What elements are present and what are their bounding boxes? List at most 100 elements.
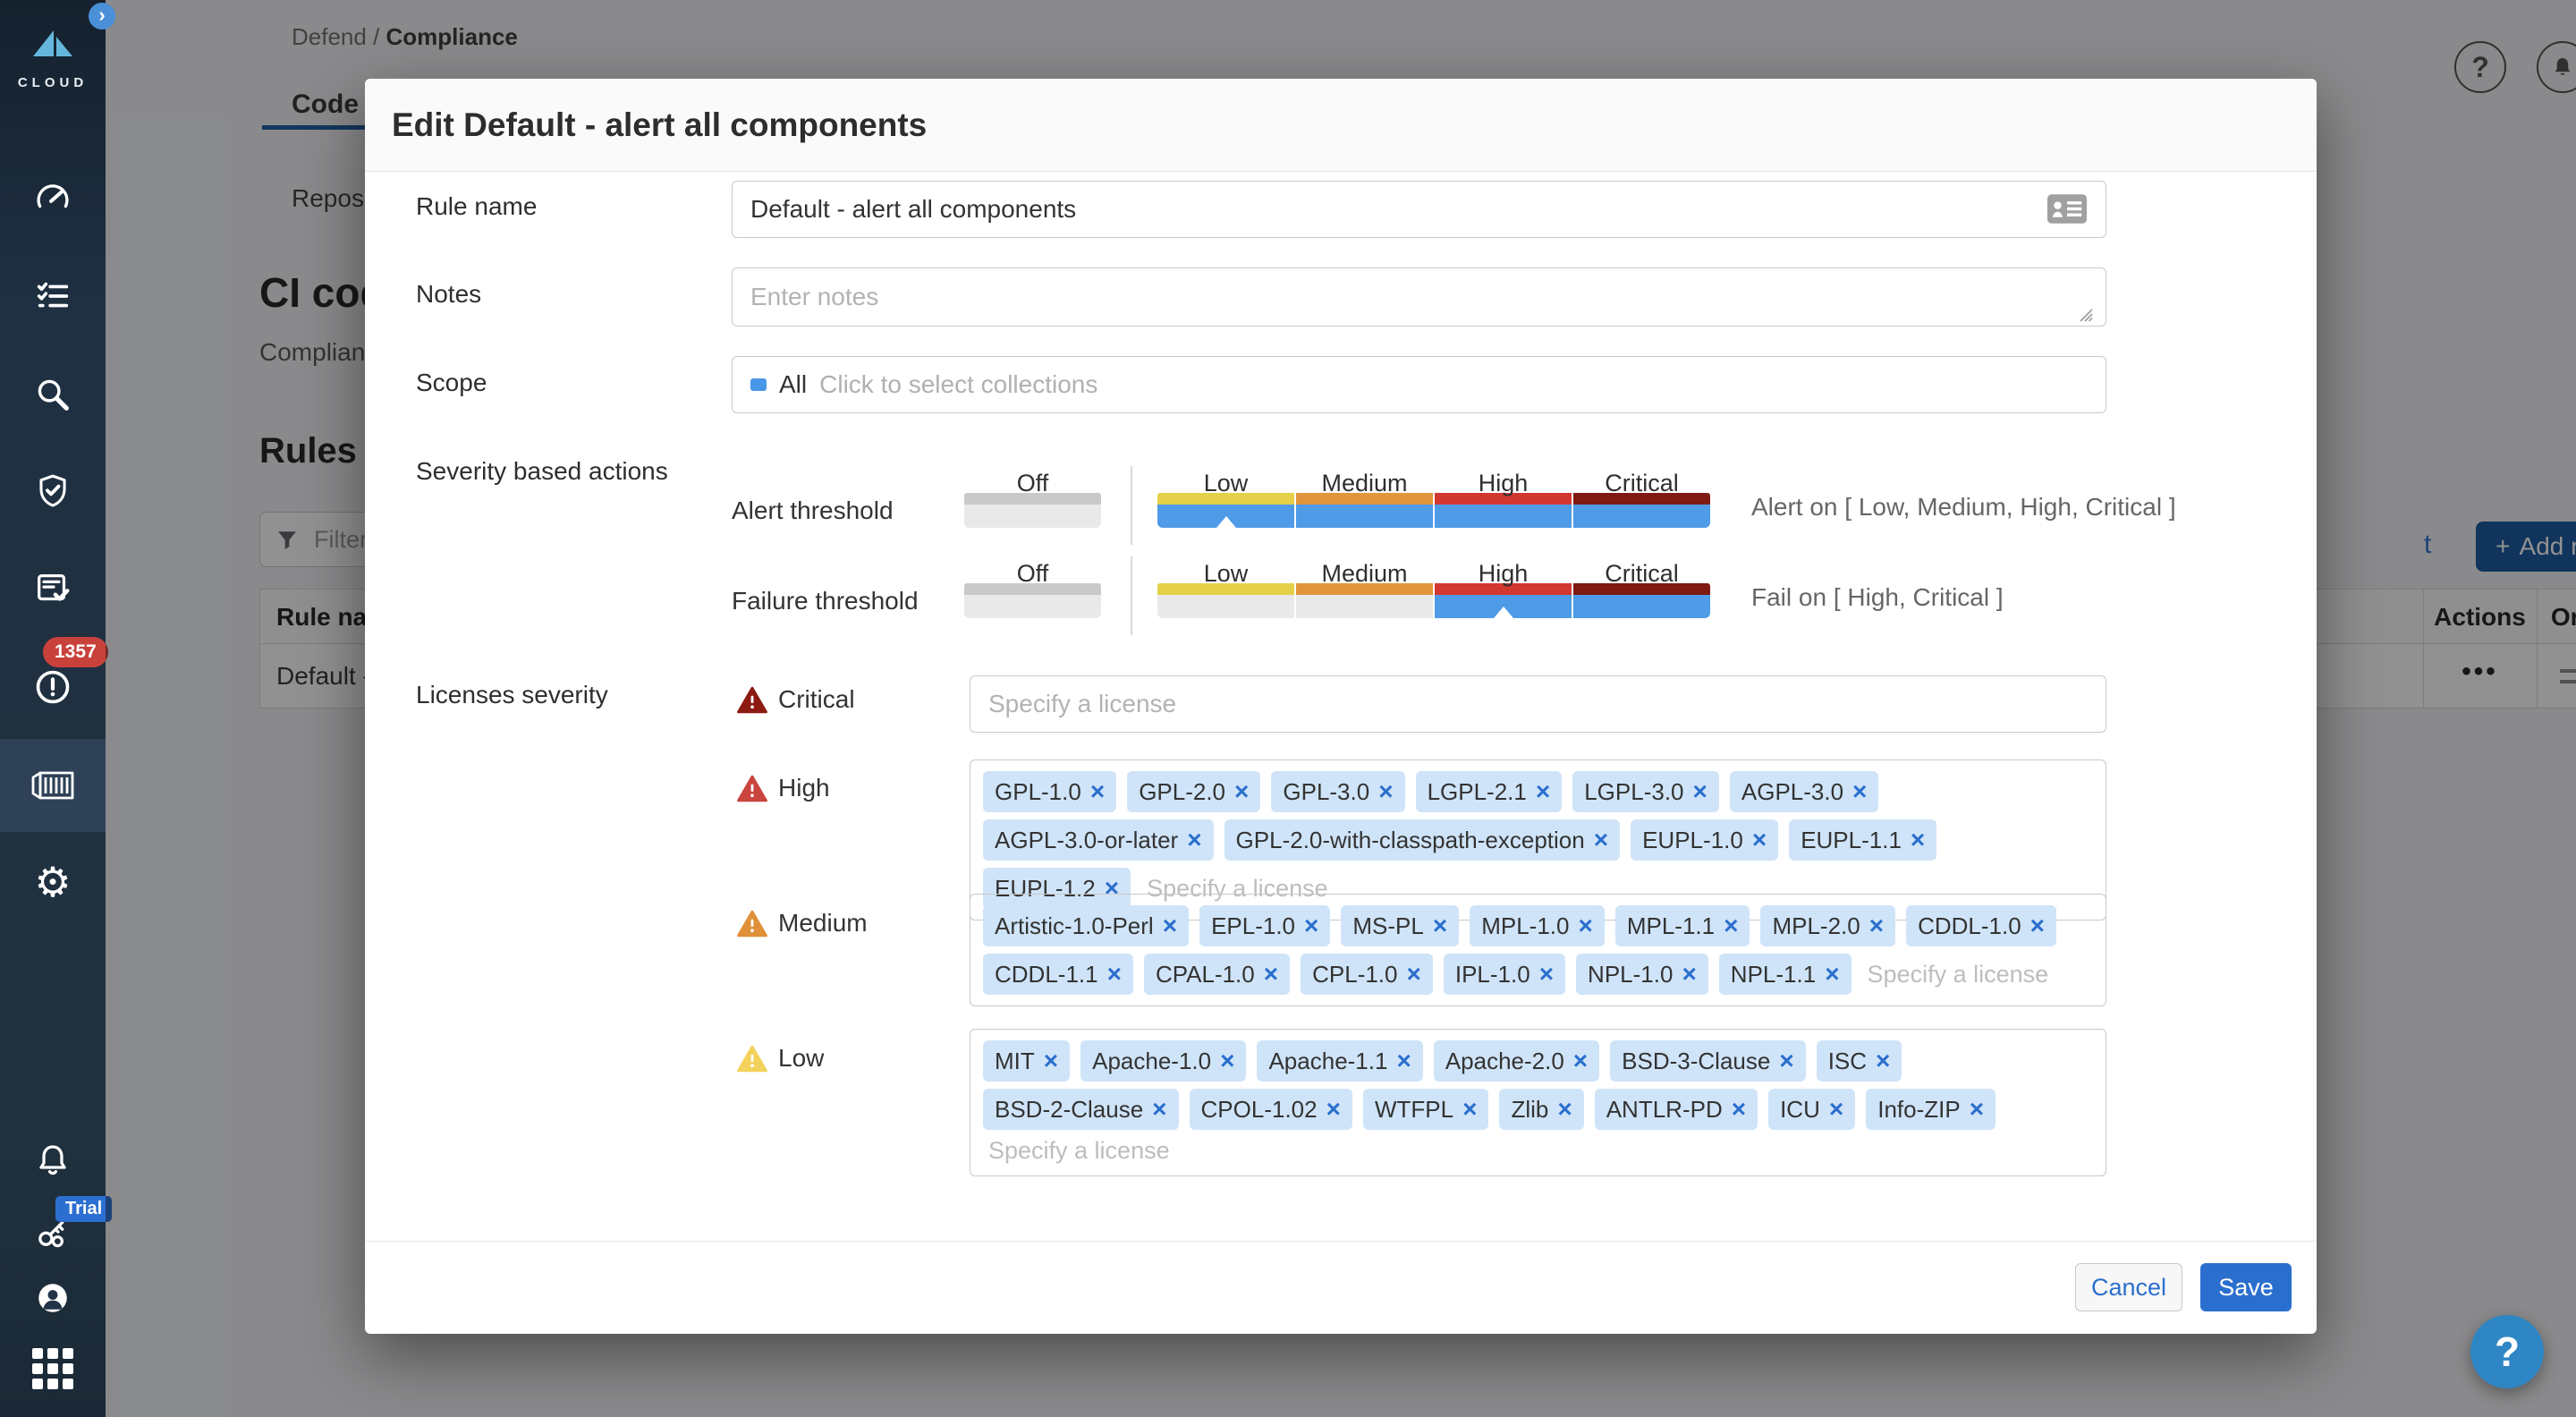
remove-chip-icon[interactable]: × <box>1234 777 1249 806</box>
license-chip-lgpl-2.1[interactable]: LGPL-2.1× <box>1416 771 1563 812</box>
remove-chip-icon[interactable]: × <box>1396 1047 1411 1075</box>
remove-chip-icon[interactable]: × <box>1536 777 1550 806</box>
license-chip-agpl-3.0-or-later[interactable]: AGPL-3.0-or-later× <box>983 819 1214 861</box>
remove-chip-icon[interactable]: × <box>1407 960 1421 989</box>
remove-chip-icon[interactable]: × <box>1732 1095 1746 1124</box>
remove-chip-icon[interactable]: × <box>1724 912 1738 940</box>
license-chip-npl-1.0[interactable]: NPL-1.0× <box>1576 954 1708 995</box>
license-chip-apache-1.0[interactable]: Apache-1.0× <box>1080 1040 1246 1082</box>
threshold-segment-critical[interactable]: Critical <box>1573 560 1710 618</box>
license-chip-apache-2.0[interactable]: Apache-2.0× <box>1434 1040 1599 1082</box>
threshold-segment-medium[interactable]: Medium <box>1296 470 1433 528</box>
sidebar-expand-button[interactable]: › <box>89 3 115 30</box>
remove-chip-icon[interactable]: × <box>1187 826 1201 854</box>
remove-chip-icon[interactable]: × <box>1539 960 1554 989</box>
remove-chip-icon[interactable]: × <box>1578 912 1592 940</box>
remove-chip-icon[interactable]: × <box>1557 1095 1572 1124</box>
license-chip-cddl-1.0[interactable]: CDDL-1.0× <box>1906 905 2056 946</box>
license-chip-mpl-1.0[interactable]: MPL-1.0× <box>1470 905 1605 946</box>
threshold-off-segment[interactable]: Off <box>964 470 1101 528</box>
remove-chip-icon[interactable]: × <box>1573 1047 1588 1075</box>
license-chip-mpl-2.0[interactable]: MPL-2.0× <box>1760 905 1895 946</box>
sidebar-item-containers-active[interactable] <box>0 739 106 832</box>
sidebar-item-policies[interactable] <box>0 275 106 318</box>
remove-chip-icon[interactable]: × <box>1378 777 1393 806</box>
license-chip-wtfpl[interactable]: WTFPL× <box>1363 1089 1488 1130</box>
license-chip-gpl-2.0-with-classpath-exception[interactable]: GPL-2.0-with-classpath-exception× <box>1224 819 1621 861</box>
remove-chip-icon[interactable]: × <box>1869 912 1884 940</box>
low-license-chips[interactable]: MIT×Apache-1.0× Apache-1.1× Apache-2.0× BSD… <box>970 1029 2106 1176</box>
license-chip-npl-1.1[interactable]: NPL-1.1× <box>1719 954 1852 995</box>
sidebar-item-search[interactable] <box>0 373 106 416</box>
license-chip-cpol-1.02[interactable]: CPOL-1.02× <box>1190 1089 1352 1130</box>
license-input-placeholder[interactable]: Specify a license <box>1868 961 2049 989</box>
license-chip-epl-1.0[interactable]: EPL-1.0× <box>1199 905 1330 946</box>
threshold-segment-medium[interactable]: Medium <box>1296 560 1433 618</box>
threshold-segment-low[interactable]: Low <box>1157 470 1294 528</box>
remove-chip-icon[interactable]: × <box>1693 777 1707 806</box>
remove-chip-icon[interactable]: × <box>1779 1047 1793 1075</box>
floating-help-button[interactable]: ? <box>2470 1315 2544 1388</box>
sidebar-item-dashboard[interactable] <box>0 177 106 220</box>
license-chip-agpl-3.0[interactable]: AGPL-3.0× <box>1730 771 1879 812</box>
remove-chip-icon[interactable]: × <box>1107 960 1122 989</box>
remove-chip-icon[interactable]: × <box>1326 1095 1341 1124</box>
remove-chip-icon[interactable]: × <box>1090 777 1105 806</box>
remove-chip-icon[interactable]: × <box>1163 912 1177 940</box>
license-chip-cpl-1.0[interactable]: CPL-1.0× <box>1301 954 1433 995</box>
license-chip-bsd-3-clause[interactable]: BSD-3-Clause× <box>1610 1040 1806 1082</box>
remove-chip-icon[interactable]: × <box>1876 1047 1890 1075</box>
remove-chip-icon[interactable]: × <box>1462 1095 1477 1124</box>
license-chip-mit[interactable]: MIT× <box>983 1040 1070 1082</box>
license-chip-info-zip[interactable]: Info-ZIP× <box>1866 1089 1996 1130</box>
license-chip-antlr-pd[interactable]: ANTLR-PD× <box>1595 1089 1758 1130</box>
license-chip-isc[interactable]: ISC× <box>1817 1040 1902 1082</box>
remove-chip-icon[interactable]: × <box>1264 960 1278 989</box>
license-chip-cpal-1.0[interactable]: CPAL-1.0× <box>1144 954 1290 995</box>
threshold-segment-high[interactable]: High <box>1435 470 1572 528</box>
threshold-segment-low[interactable]: Low <box>1157 560 1294 618</box>
sidebar-item-alerts[interactable] <box>0 666 106 708</box>
remove-chip-icon[interactable]: × <box>1829 1095 1843 1124</box>
threshold-segment-high[interactable]: High <box>1435 560 1572 618</box>
threshold-segment-critical[interactable]: Critical <box>1573 470 1710 528</box>
license-chip-eupl-1.1[interactable]: EUPL-1.1× <box>1789 819 1936 861</box>
license-chip-apache-1.1[interactable]: Apache-1.1× <box>1257 1040 1422 1082</box>
remove-chip-icon[interactable]: × <box>1220 1047 1234 1075</box>
license-chip-ipl-1.0[interactable]: IPL-1.0× <box>1444 954 1565 995</box>
remove-chip-icon[interactable]: × <box>1594 826 1608 854</box>
remove-chip-icon[interactable]: × <box>1044 1047 1058 1075</box>
license-chip-eupl-1.0[interactable]: EUPL-1.0× <box>1631 819 1778 861</box>
sidebar-item-apps[interactable] <box>0 1347 106 1390</box>
license-chip-artistic-1.0-perl[interactable]: Artistic-1.0-Perl× <box>983 905 1189 946</box>
scope-collections-field[interactable]: All Click to select collections <box>732 356 2106 413</box>
license-chip-gpl-2.0[interactable]: GPL-2.0× <box>1127 771 1260 812</box>
license-input-placeholder[interactable]: Specify a license <box>988 1137 1170 1165</box>
threshold-off-segment[interactable]: Off <box>964 560 1101 618</box>
remove-chip-icon[interactable]: × <box>1911 826 1925 854</box>
remove-chip-icon[interactable]: × <box>1682 960 1696 989</box>
remove-chip-icon[interactable]: × <box>2030 912 2045 940</box>
license-chip-lgpl-3.0[interactable]: LGPL-3.0× <box>1572 771 1719 812</box>
notes-input[interactable] <box>732 267 2106 327</box>
rule-name-input[interactable] <box>732 181 2106 238</box>
remove-chip-icon[interactable]: × <box>1970 1095 1984 1124</box>
license-chip-gpl-3.0[interactable]: GPL-3.0× <box>1271 771 1404 812</box>
sidebar-item-notifications[interactable] <box>0 1139 106 1182</box>
resize-handle-icon[interactable] <box>2075 304 2093 327</box>
license-chip-gpl-1.0[interactable]: GPL-1.0× <box>983 771 1116 812</box>
sidebar-item-defend[interactable] <box>0 470 106 513</box>
license-chip-ms-pl[interactable]: MS-PL× <box>1341 905 1459 946</box>
remove-chip-icon[interactable]: × <box>1152 1095 1166 1124</box>
medium-license-chips[interactable]: Artistic-1.0-Perl×EPL-1.0× MS-PL× MPL-1.0×… <box>970 894 2106 1006</box>
license-chip-cddl-1.1[interactable]: CDDL-1.1× <box>983 954 1133 995</box>
license-chip-mpl-1.1[interactable]: MPL-1.1× <box>1615 905 1750 946</box>
critical-license-input[interactable] <box>970 675 2106 733</box>
license-chip-bsd-2-clause[interactable]: BSD-2-Clause× <box>983 1089 1179 1130</box>
remove-chip-icon[interactable]: × <box>1433 912 1447 940</box>
save-button[interactable]: Save <box>2200 1263 2292 1311</box>
remove-chip-icon[interactable]: × <box>1304 912 1318 940</box>
license-chip-zlib[interactable]: Zlib× <box>1499 1089 1583 1130</box>
remove-chip-icon[interactable]: × <box>1752 826 1767 854</box>
sidebar-item-monitor[interactable] <box>0 567 106 610</box>
